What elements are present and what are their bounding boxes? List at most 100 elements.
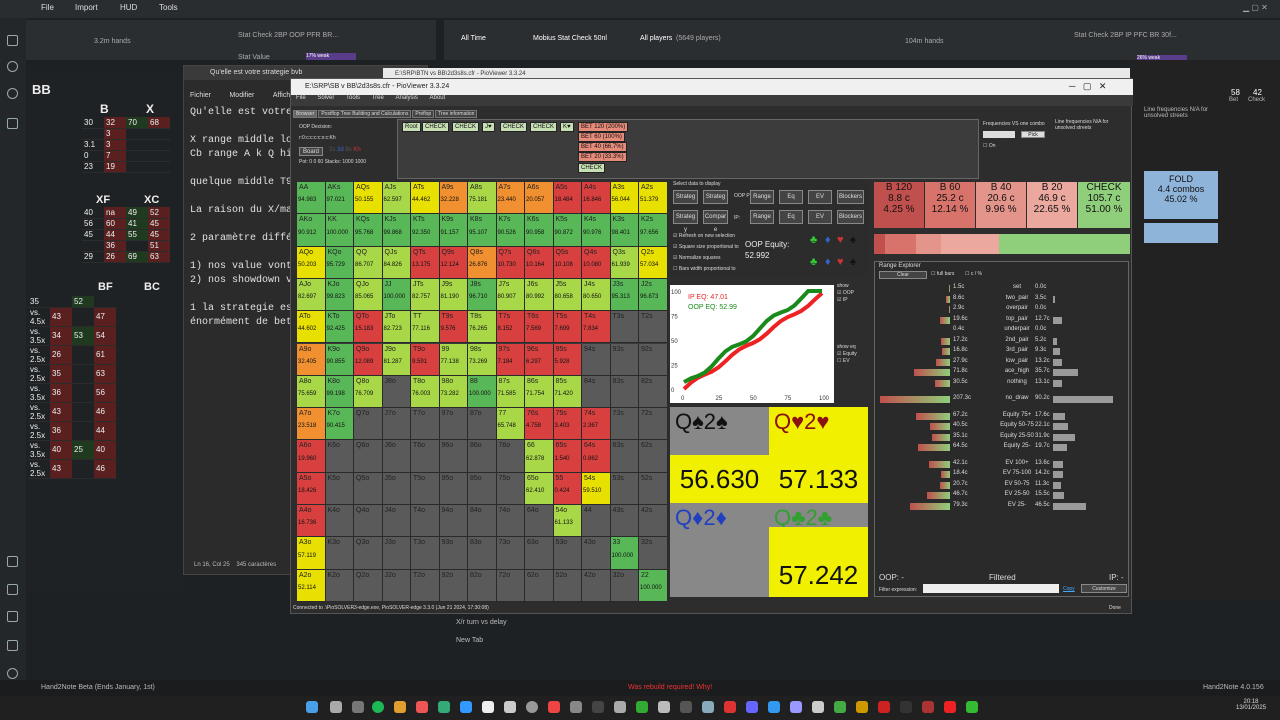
club-suit-icon[interactable]: ♣ [810, 234, 817, 246]
grid-cell[interactable]: K5s 90.872 [553, 214, 582, 247]
app-icon-24[interactable] [944, 701, 956, 713]
strategy-btn-1[interactable]: Strateg [673, 190, 698, 204]
menu-import[interactable]: Import [75, 3, 98, 12]
gear-icon[interactable] [7, 668, 18, 679]
grid-cell[interactable]: Q9o 12.089 [354, 343, 383, 376]
grid-cell[interactable]: J2s 96.873 [639, 278, 668, 312]
club-suit-icon-2[interactable]: ♣ [810, 256, 817, 268]
filter-expr-input[interactable] [923, 584, 1059, 593]
grid-cell[interactable]: AJs 62.597 [382, 182, 411, 215]
clock[interactable]: 20:18 13/01/2025 [1236, 699, 1266, 711]
grid-cell[interactable]: 98s 73.269 [468, 343, 497, 376]
grid-cell[interactable]: K8o 99.198 [325, 375, 354, 409]
grid-cell[interactable]: QJo 85.065 [354, 278, 383, 312]
compare-btn[interactable]: Compar e [703, 210, 728, 233]
folder-icon[interactable] [394, 701, 406, 713]
combo-card-hearts[interactable]: Q♥2♥ [769, 407, 868, 455]
range-row[interactable]: 79.3c EV 25- 46.5c [875, 502, 1130, 511]
menu-fichier[interactable]: Fichier [190, 92, 211, 99]
oop-range-btn[interactable]: Range [750, 190, 774, 204]
grid-cell[interactable]: J4s 80.650 [582, 278, 611, 312]
grid-cell[interactable]: 63o [525, 537, 554, 570]
diamond-suit-icon[interactable]: ♦ [825, 234, 831, 246]
spade-suit-icon-2[interactable]: ♠ [850, 256, 856, 268]
grid-cell[interactable]: T6o [411, 440, 440, 473]
copy-link[interactable]: Copy [1063, 586, 1075, 592]
range-row[interactable]: 1.5c set 0.0c [875, 284, 1130, 293]
ip-ev-btn[interactable]: EV [808, 210, 832, 224]
oop-ev-btn[interactable]: EV [808, 190, 832, 204]
full-bars-checkbox[interactable]: ☐ full bars [931, 271, 954, 277]
grid-cell[interactable]: 93o [439, 537, 468, 570]
menu-hud[interactable]: HUD [120, 3, 137, 12]
tab-postflop[interactable]: Postflop Tree Building and Calculations [318, 110, 412, 118]
grid-cell[interactable]: A8s 75.181 [468, 182, 497, 215]
grid-cell[interactable]: T2o [411, 569, 440, 602]
grid-cell[interactable]: 64o [525, 505, 554, 538]
grid-cell[interactable]: KK 100.000 [325, 214, 354, 247]
grid-cell[interactable]: 84s [582, 375, 611, 409]
grid-cell[interactable]: T5o [411, 472, 440, 505]
filter-stat-check[interactable]: Mobius Stat Check 50nl [533, 35, 607, 42]
tree-node[interactable]: CHECK [578, 163, 606, 173]
oop-eq-btn[interactable]: Eq [779, 190, 803, 204]
action-box-0[interactable]: B 120 8.8 c 4.25 % [874, 182, 924, 228]
opt-square-size[interactable]: ☑ Square size proportional to [673, 242, 739, 253]
grid-cell[interactable]: AKs 97.021 [325, 182, 354, 215]
spade-suit-icon[interactable]: ♠ [850, 234, 856, 246]
grid-cell[interactable]: 64s 0.862 [582, 440, 611, 473]
grid-cell[interactable]: A7s 23.440 [496, 182, 525, 215]
app-icon-4[interactable] [504, 701, 516, 713]
grid-cell[interactable]: A5s 18.484 [553, 182, 582, 215]
grid-cell[interactable]: A3o 57.119 [297, 537, 326, 570]
range-row[interactable]: 27.9c low_pair 13.2c [875, 358, 1130, 367]
grid-cell[interactable]: 98o 73.282 [439, 375, 468, 409]
fold-action[interactable]: FOLD 4.4 combos 45.02 % [1144, 171, 1218, 219]
grid-cell[interactable]: J6s 80.992 [525, 278, 554, 312]
grid-cell[interactable]: 42s [639, 505, 668, 538]
grid-cell[interactable]: TT 77.116 [411, 311, 440, 344]
grid-cell[interactable]: J6o [382, 440, 411, 473]
grid-cell[interactable]: 96o [439, 440, 468, 473]
range-row[interactable]: 20.7c EV 50-75 11.3c [875, 481, 1130, 490]
grid-cell[interactable]: Q7o [354, 408, 383, 441]
strategy-grid[interactable]: AA 94.983 AKs 97.021 AQs 50.155 AJs 62.597 ATs 44… [297, 182, 668, 602]
range-row[interactable]: 71.8c ace_high 35.7c [875, 368, 1130, 377]
range-row[interactable]: 35.1c Equity 25-50 31.9c [875, 433, 1130, 442]
grid-cell[interactable]: Q4s 10.080 [582, 246, 611, 279]
range-row[interactable]: 18.4c EV 75-100 14.2c [875, 470, 1130, 479]
app-icon-10[interactable] [636, 701, 648, 713]
grid-cell[interactable]: 84o [468, 505, 497, 538]
on-checkbox[interactable]: ☐ On [983, 143, 996, 149]
grid-cell[interactable]: JTo 82.723 [382, 311, 411, 344]
layers-icon[interactable] [7, 611, 18, 622]
grid-cell[interactable]: Q7s 10.730 [496, 246, 525, 279]
grid-cell[interactable]: K3s 98.401 [610, 214, 639, 247]
doc-icon[interactable] [7, 35, 18, 46]
grid-cell[interactable]: KQs 95.768 [354, 214, 383, 247]
grid-cell[interactable]: 82o [468, 569, 497, 602]
grid-cell[interactable]: T4s 7.834 [582, 311, 611, 344]
grid-cell[interactable]: 87s 71.585 [496, 375, 525, 409]
grid-cell[interactable]: 43o [582, 537, 611, 570]
grid-cell[interactable]: K9s 91.157 [439, 214, 468, 247]
grid-cell[interactable]: Q8o 76.709 [354, 375, 383, 409]
grid-cell[interactable]: T9s 9.576 [439, 311, 468, 344]
grid-cell[interactable]: 77 65.748 [496, 408, 525, 441]
window-controls[interactable]: ▁ ▢ ✕ [1243, 3, 1268, 12]
grid-cell[interactable]: K9o 90.855 [325, 343, 354, 376]
grid-cell[interactable]: T9o 9.591 [411, 343, 440, 376]
tree-node[interactable]: Root [402, 122, 421, 132]
grid-cell[interactable]: 72o [496, 569, 525, 602]
grid-cell[interactable]: ATs 44.462 [411, 182, 440, 215]
tree-node[interactable]: CHECK [422, 122, 450, 132]
taskview-icon[interactable] [352, 701, 364, 713]
grid-cell[interactable]: 44 [582, 505, 611, 538]
grid-cell[interactable]: KJo 99.823 [325, 278, 354, 312]
pio-menu-solver[interactable]: Solver [317, 95, 334, 101]
grid-cell[interactable]: 42o [582, 569, 611, 602]
pio-menu-tree[interactable]: Tree [372, 95, 384, 101]
game-tree[interactable]: Root CHECK CHECK J♥ CHECK CHECK K♥ BET 120 (200… [397, 119, 979, 179]
grid-cell[interactable]: K6o [325, 440, 354, 473]
grid-cell[interactable]: Q6s 10.164 [525, 246, 554, 279]
